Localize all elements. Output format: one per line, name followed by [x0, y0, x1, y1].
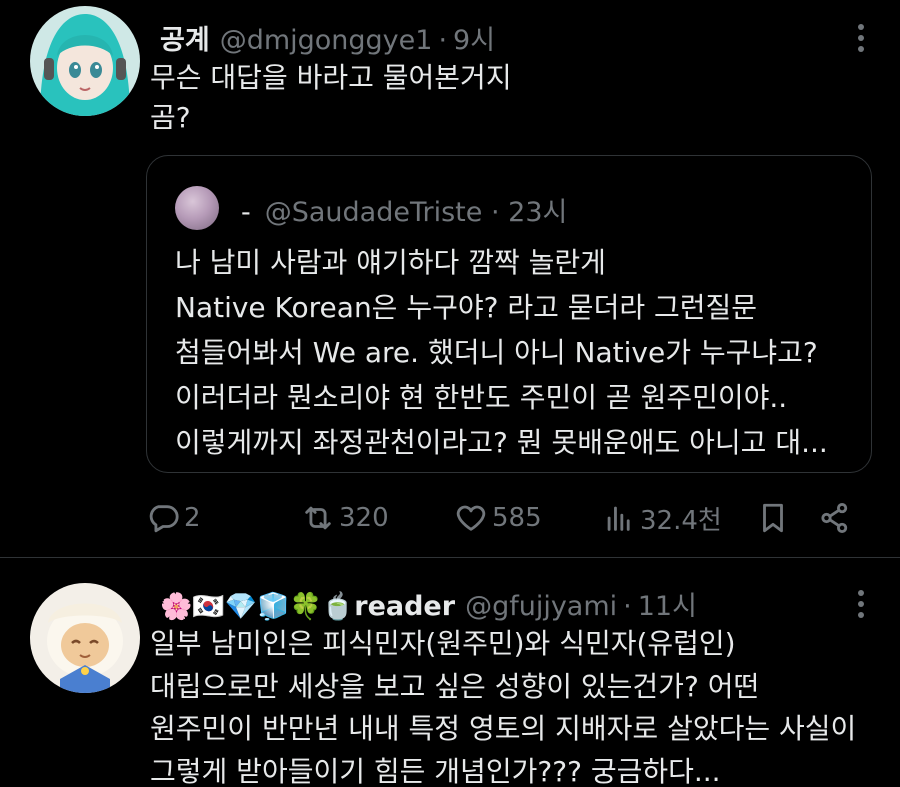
bookmark-button[interactable]: [756, 498, 790, 538]
timestamp[interactable]: 9시: [453, 18, 495, 57]
avatar[interactable]: [30, 6, 140, 116]
avatar-image: [30, 583, 140, 693]
user-handle[interactable]: @dmjgonggye1: [220, 25, 433, 56]
tweet-text-line: 곰?: [150, 101, 191, 134]
avatar[interactable]: [30, 583, 140, 693]
more-icon[interactable]: [858, 24, 866, 52]
heart-icon: [456, 505, 486, 531]
user-handle[interactable]: @gfujjyami: [465, 591, 617, 622]
tweet-text-line: 원주민이 반만년 내내 특정 영토의 지배자로 살았다는 사실이: [150, 712, 857, 745]
tweet-header: 🌸🇰🇷💎🧊🍀🍵 reader @gfujjyami · 11시: [160, 584, 697, 623]
display-name[interactable]: 공계: [160, 18, 210, 57]
reply-icon: [149, 505, 179, 533]
quoted-tweet[interactable]: - @SaudadeTriste · 23시 나 남미 사람과 얘기하다 깜짝 놀…: [146, 155, 872, 473]
retweet-count: 320: [339, 503, 389, 533]
quoted-text-line: 나 남미 사람과 얘기하다 깜짝 놀란게: [175, 246, 606, 279]
quoted-text-line: 첨들어봐서 We are. 했더니 아니 Native가 누구냐고?: [175, 336, 818, 369]
share-icon: [821, 502, 848, 534]
quoted-text-line: 이러더라 뭔소리야 현 한반도 주민이 곧 원주민이야..: [175, 381, 788, 414]
display-name[interactable]: reader: [354, 591, 455, 622]
tweet-text: 일부 남미인은 피식민자(원주민)와 식민자(유럽인) 대립으로만 세상을 보고…: [150, 623, 856, 787]
quoted-timestamp: 23시: [508, 197, 568, 228]
reply-button[interactable]: 2: [146, 498, 201, 538]
views-count: 32.4천: [640, 505, 722, 536]
quoted-avatar[interactable]: [175, 186, 219, 230]
more-icon[interactable]: [858, 590, 866, 618]
separator: ·: [438, 25, 448, 56]
tweet-text-line: 대립으로만 세상을 보고 싶은 성향이 있는건가? 어떤: [150, 669, 760, 703]
quoted-handle: @SaudadeTriste: [264, 197, 483, 228]
quoted-display-name: -: [241, 197, 251, 228]
retweet-button[interactable]: 320: [301, 498, 389, 538]
tweet-text-line: 일부 남미인은 피식민자(원주민)와 식민자(유럽인): [150, 627, 736, 660]
name-emojis: 🌸🇰🇷💎🧊🍀🍵: [160, 592, 355, 622]
bookmark-icon: [763, 503, 783, 533]
tweet[interactable]: 공계 @dmjgonggye1 · 9시 무슨 대답을 바라고 물어본거지 곰?…: [0, 0, 900, 558]
tweet[interactable]: 🌸🇰🇷💎🧊🍀🍵 reader @gfujjyami · 11시 일부 남미인은 …: [0, 559, 900, 787]
quoted-text-line: Native Korean은 누구야? 라고 묻더라 그런질문: [175, 291, 758, 324]
quoted-header: - @SaudadeTriste · 23시: [241, 190, 567, 229]
views-icon: [607, 506, 630, 531]
quoted-text: 나 남미 사람과 얘기하다 깜짝 놀란게 Native Korean은 누구야?…: [175, 240, 828, 465]
tweet-header: 공계 @dmjgonggye1 · 9시: [160, 18, 495, 57]
retweet-icon: [305, 506, 331, 530]
like-button[interactable]: 585: [454, 498, 542, 538]
separator: ·: [623, 591, 632, 622]
separator: ·: [490, 197, 500, 228]
tweet-actions: 2 320 585 32.4천: [146, 498, 856, 542]
like-count: 585: [492, 503, 542, 533]
avatar-image: [30, 6, 140, 116]
views-button[interactable]: 32.4천: [602, 498, 722, 538]
tweet-text-line: 무슨 대답을 바라고 물어본거지: [150, 61, 512, 94]
share-button[interactable]: [818, 498, 852, 538]
tweet-text-line: 그렇게 받아들이기 힘든 개념인가??? 궁금하다...: [150, 754, 721, 787]
timestamp[interactable]: 11시: [638, 584, 697, 623]
reply-count: 2: [184, 503, 201, 533]
tweet-text: 무슨 대답을 바라고 물어본거지 곰?: [150, 58, 512, 138]
quoted-text-line: 이렇게까지 좌정관천이라고? 뭔 못배운애도 아니고 대...: [175, 426, 828, 459]
